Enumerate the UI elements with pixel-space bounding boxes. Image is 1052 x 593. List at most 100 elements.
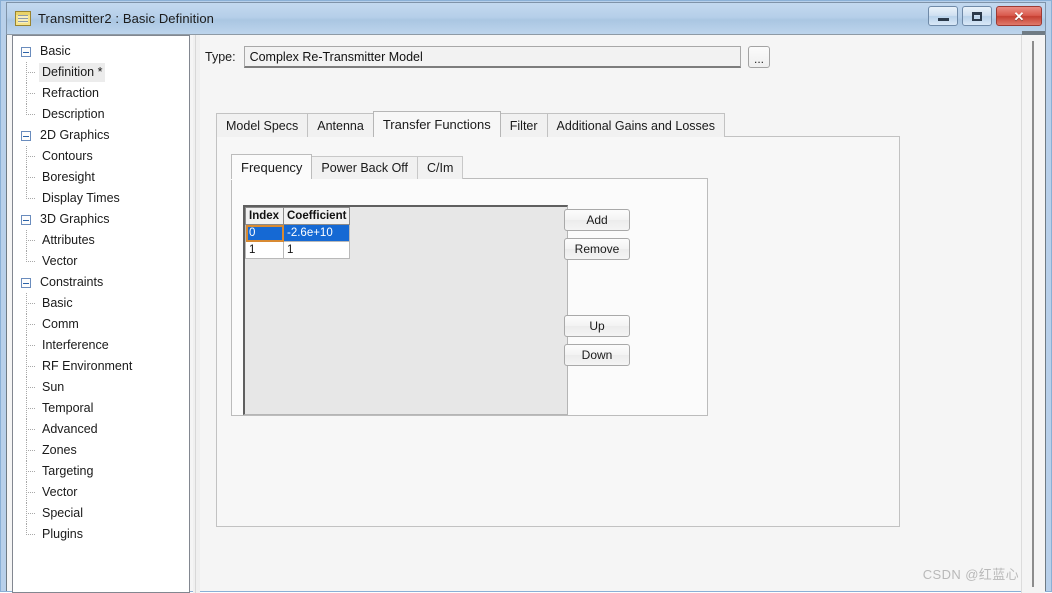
- outer-tab-strip: Model Specs Antenna Transfer Functions Filt…: [216, 111, 725, 137]
- tree-guide-line: [26, 524, 27, 534]
- tab-power-back-off[interactable]: Power Back Off: [311, 156, 419, 179]
- tab-antenna[interactable]: Antenna: [307, 113, 374, 137]
- window-body: Basic Definition * Refraction Description 2D…: [7, 31, 1045, 593]
- tree-item-label: Constraints: [40, 275, 104, 289]
- tree-item-label: Comm: [42, 317, 79, 331]
- content-panel: Type: Complex Re-Transmitter Model ... M…: [200, 31, 1045, 593]
- window-controls: ✕: [928, 6, 1042, 26]
- column-header-index[interactable]: Index: [245, 207, 284, 225]
- tree-item-definition[interactable]: Definition *: [17, 62, 189, 83]
- tree-guide-dash: [26, 114, 35, 115]
- tree-item-sun[interactable]: Sun: [17, 377, 189, 398]
- coefficient-table: Index Coefficient 0 -2.6e+10 1 1: [245, 207, 351, 259]
- tree-item-attributes[interactable]: Attributes: [17, 230, 189, 251]
- tree-item-special[interactable]: Special: [17, 503, 189, 524]
- minimize-icon: [937, 18, 949, 21]
- tree-item-interference[interactable]: Interference: [17, 335, 189, 356]
- tree-item-label: Special: [42, 506, 83, 520]
- tree-item-vector[interactable]: Vector: [17, 482, 189, 503]
- watermark-text: CSDN @红蓝心: [922, 567, 1019, 582]
- tree-item-display-times[interactable]: Display Times: [17, 188, 189, 209]
- tree-guide-dash: [26, 387, 35, 388]
- collapse-toggle-icon[interactable]: [21, 46, 31, 57]
- tab-additional-gains-and-losses[interactable]: Additional Gains and Losses: [546, 113, 725, 137]
- title-bar: Transmitter2 : Basic Definition ✕: [6, 2, 1046, 35]
- tree-item-2d-graphics[interactable]: 2D Graphics: [17, 125, 189, 146]
- tree-item-refraction[interactable]: Refraction: [17, 83, 189, 104]
- tree-item-label: Plugins: [42, 527, 83, 541]
- move-up-button[interactable]: Up: [564, 315, 630, 337]
- add-button[interactable]: Add: [564, 209, 630, 231]
- minimize-button[interactable]: [928, 6, 958, 26]
- tree-item-plugins[interactable]: Plugins: [17, 524, 189, 545]
- tree-item-advanced[interactable]: Advanced: [17, 419, 189, 440]
- tree-guide-dash: [26, 534, 35, 535]
- tree-item-comm[interactable]: Comm: [17, 314, 189, 335]
- tree-guide-dash: [26, 177, 35, 178]
- tree-guide-dash: [26, 261, 35, 262]
- tree-item-boresight[interactable]: Boresight: [17, 167, 189, 188]
- tree-item-label: Interference: [42, 338, 109, 352]
- tree-guide-dash: [26, 72, 35, 73]
- cell-index[interactable]: 0: [245, 224, 284, 242]
- close-button[interactable]: ✕: [996, 6, 1042, 26]
- tree-item-basic[interactable]: Basic: [17, 293, 189, 314]
- tree-guide-dash: [26, 345, 35, 346]
- application-window: Transmitter2 : Basic Definition ✕ Basic D…: [0, 0, 1052, 593]
- type-browse-button[interactable]: ...: [748, 46, 770, 68]
- collapse-toggle-icon[interactable]: [21, 214, 31, 225]
- tree-item-label: Definition *: [39, 63, 106, 82]
- tab-filter[interactable]: Filter: [499, 113, 548, 137]
- tree-item-targeting[interactable]: Targeting: [17, 461, 189, 482]
- tree-item-label: Vector: [42, 254, 78, 268]
- cell-index[interactable]: 1: [245, 241, 284, 259]
- cell-coefficient[interactable]: -2.6e+10: [282, 224, 351, 242]
- maximize-icon: [972, 11, 982, 21]
- tree-item-vector[interactable]: Vector: [17, 251, 189, 272]
- tree-item-zones[interactable]: Zones: [17, 440, 189, 461]
- type-label: Type:: [205, 50, 236, 64]
- tree-guide-dash: [26, 198, 35, 199]
- tree-item-label: 3D Graphics: [40, 212, 110, 226]
- notepad-icon: [15, 11, 31, 26]
- tree-guide-dash: [26, 471, 35, 472]
- window-title: Transmitter2 : Basic Definition: [38, 11, 215, 26]
- table-row[interactable]: 11: [245, 241, 351, 259]
- tree-item-contours[interactable]: Contours: [17, 146, 189, 167]
- tree-guide-dash: [26, 156, 35, 157]
- remove-button[interactable]: Remove: [564, 238, 630, 260]
- collapse-toggle-icon[interactable]: [21, 130, 31, 141]
- column-header-coefficient[interactable]: Coefficient: [282, 207, 351, 225]
- tree-item-label: RF Environment: [42, 359, 133, 373]
- tab-c-im[interactable]: C/Im: [417, 156, 464, 179]
- maximize-button[interactable]: [962, 6, 992, 26]
- panel-splitter[interactable]: [193, 35, 200, 593]
- tree-guide-dash: [26, 303, 35, 304]
- tree-item-basic[interactable]: Basic: [17, 41, 189, 62]
- tree-guide-dash: [26, 408, 35, 409]
- coefficient-grid[interactable]: Index Coefficient 0 -2.6e+10 1 1: [243, 205, 568, 415]
- tree-item-label: Sun: [42, 380, 65, 394]
- table-row[interactable]: 0 -2.6e+10: [245, 224, 351, 242]
- cell-coefficient[interactable]: 1: [282, 241, 351, 259]
- tree-guide-dash: [26, 324, 35, 325]
- tree-item-label: Basic: [40, 44, 71, 58]
- navigation-tree-panel[interactable]: Basic Definition * Refraction Description 2D…: [12, 35, 190, 593]
- tree-item-3d-graphics[interactable]: 3D Graphics: [17, 209, 189, 230]
- tab-frequency[interactable]: Frequency: [231, 154, 313, 179]
- type-value-field[interactable]: Complex Re-Transmitter Model: [243, 46, 741, 68]
- collapse-toggle-icon[interactable]: [21, 277, 31, 288]
- tab-model-specs[interactable]: Model Specs: [216, 113, 309, 137]
- frequency-panel: Index Coefficient 0 -2.6e+10 1 1 Add Remove…: [231, 178, 708, 416]
- tree-item-rf-environment[interactable]: RF Environment: [17, 356, 189, 377]
- tree-item-label: Targeting: [42, 464, 94, 478]
- move-down-button[interactable]: Down: [564, 344, 630, 366]
- tree-item-description[interactable]: Description: [17, 104, 189, 125]
- tree-item-label: Zones: [42, 443, 77, 457]
- tree-item-temporal[interactable]: Temporal: [17, 398, 189, 419]
- table-header-row: Index Coefficient: [245, 207, 351, 225]
- vertical-scrollbar[interactable]: [1021, 31, 1045, 593]
- tab-transfer-functions[interactable]: Transfer Functions: [372, 111, 501, 137]
- tree-item-constraints[interactable]: Constraints: [17, 272, 189, 293]
- tree-guide-dash: [26, 240, 35, 241]
